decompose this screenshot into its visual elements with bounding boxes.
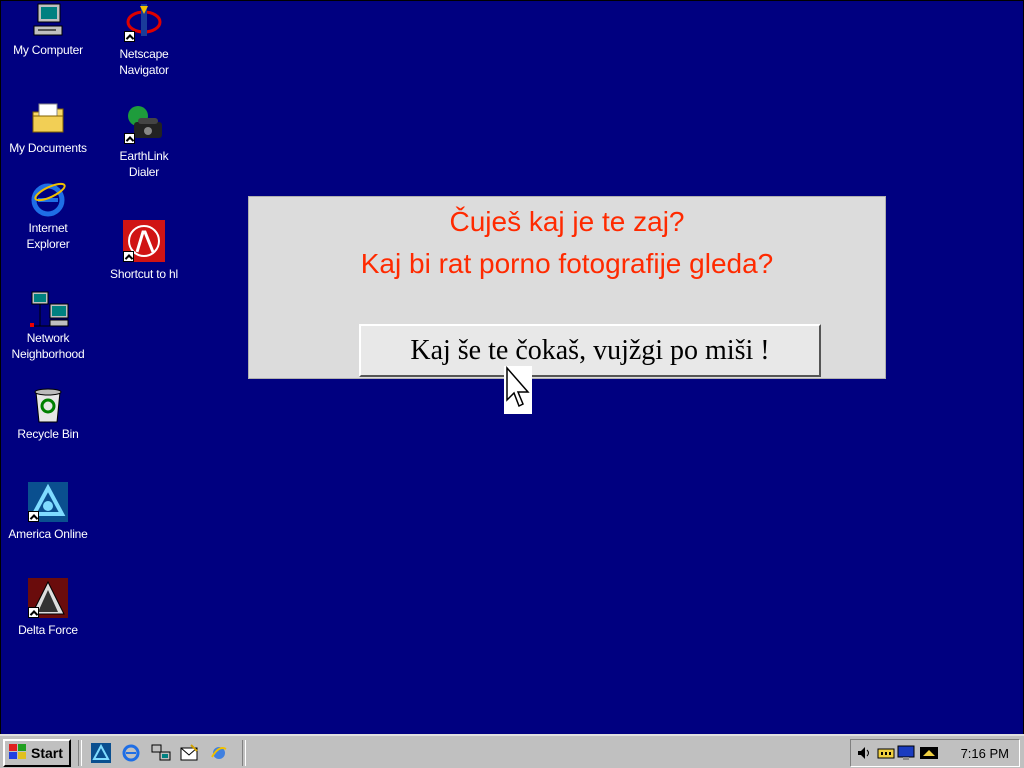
mouse-pointer-icon	[504, 366, 532, 414]
network-neighborhood-icon	[30, 290, 69, 327]
netscape-navigator-icon	[124, 2, 164, 42]
desktop-icon-my-computer[interactable]: My Computer	[0, 2, 96, 58]
start-button[interactable]: Start	[3, 739, 71, 767]
dialog-action-button[interactable]: Kaj še te čokaš, vujžgi po miši !	[359, 324, 821, 377]
clock[interactable]: 7:16 PM	[961, 746, 1009, 761]
desktop-icon-netscape-navigator[interactable]: Netscape Navigator	[96, 2, 192, 78]
desktop-icon-shortcut-to-hl[interactable]: Shortcut to hl	[96, 220, 192, 282]
dialog-message: Čuješ kaj je te zaj? Kaj bi rat porno fo…	[249, 201, 885, 285]
desktop-icon-delta-force[interactable]: Delta Force	[0, 578, 96, 638]
half-life-icon	[123, 220, 165, 262]
display-icon[interactable]	[919, 744, 938, 762]
delta-force-icon	[28, 578, 68, 618]
monitor-icon[interactable]	[897, 744, 915, 762]
taskbar-separator	[242, 740, 246, 766]
desktop-icon-my-documents[interactable]: My Documents	[0, 100, 96, 156]
america-online-icon	[28, 482, 68, 522]
windows-logo-icon	[8, 743, 28, 764]
internet-explorer-icon	[30, 180, 66, 217]
channels-icon[interactable]	[208, 742, 230, 764]
network-icon[interactable]	[150, 742, 172, 764]
speaker-icon[interactable]	[855, 744, 873, 762]
dialog-line-2: Kaj bi rat porno fotografije gleda?	[360, 248, 774, 279]
aol-icon[interactable]	[90, 742, 112, 764]
modem-icon[interactable]	[877, 744, 895, 762]
desktop-icon-earthlink-dialer[interactable]: EarthLink Dialer	[96, 104, 192, 180]
outlook-icon[interactable]	[178, 742, 200, 764]
taskbar-separator	[78, 740, 82, 766]
recycle-bin-icon	[30, 386, 66, 423]
desktop-icon-recycle-bin[interactable]: Recycle Bin	[0, 386, 96, 442]
dialog-line-1: Čuješ kaj je te zaj?	[449, 206, 685, 237]
internet-explorer-icon[interactable]	[120, 742, 142, 764]
taskbar: Start 7:16 PM	[0, 734, 1024, 768]
my-computer-icon	[30, 2, 66, 38]
earthlink-dialer-icon	[124, 104, 164, 144]
desktop-icon-internet-explorer[interactable]: Internet Explorer	[0, 180, 96, 252]
start-label: Start	[31, 745, 63, 761]
my-documents-icon	[30, 100, 66, 136]
system-tray: 7:16 PM	[850, 739, 1020, 767]
desktop-icon-america-online[interactable]: America Online	[0, 482, 96, 542]
message-dialog: Čuješ kaj je te zaj? Kaj bi rat porno fo…	[248, 196, 886, 379]
desktop-icon-network-neighborhood[interactable]: Network Neighborhood	[0, 290, 96, 362]
